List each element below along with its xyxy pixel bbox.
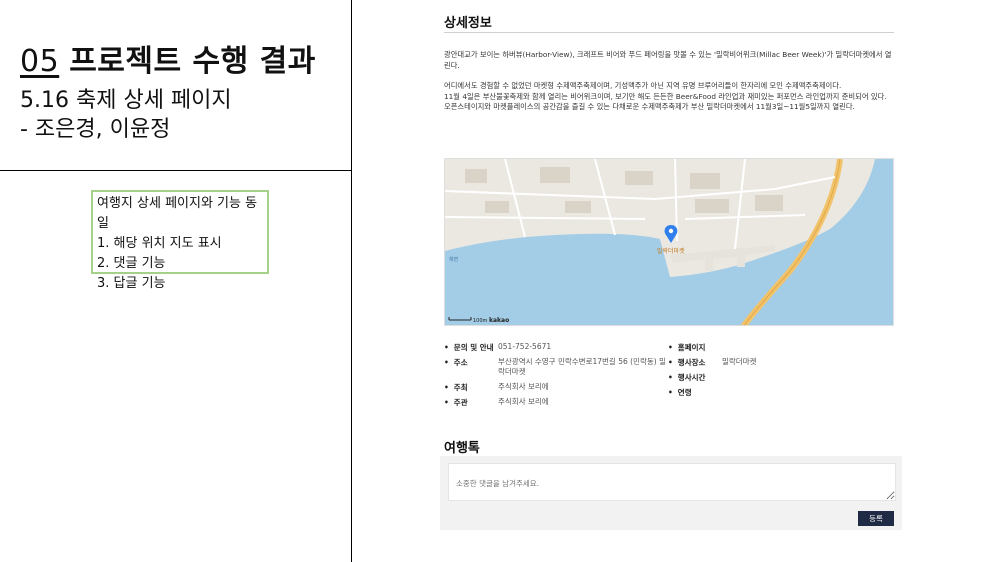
note-list: 1. 해당 위치 지도 표시 2. 댓글 기능 3. 답글 기능	[97, 234, 263, 294]
info-row-venue: 행사장소 밀락더마켓	[668, 357, 757, 368]
subtitle-line-2: - 조은경, 이윤정	[20, 117, 171, 142]
description-paragraph: 어디에서도 경험할 수 없었던 마켓형 수제맥주축제이며, 기성맥주가 아닌 지…	[444, 81, 842, 91]
info-row-time: 행사시간	[668, 372, 722, 383]
vertical-divider	[351, 0, 352, 562]
info-row-host: 주최 주식회사 보리에	[444, 382, 549, 393]
info-value: 부산광역시 수영구 민락수변로17번길 56 (민락동) 밀락더마켓	[498, 357, 666, 376]
note-item: 3. 답글 기능	[97, 276, 166, 291]
comments-title: 여행톡	[444, 441, 480, 456]
info-key: 연령	[668, 387, 722, 398]
marker-label: 밀락더마켓	[657, 247, 685, 255]
detail-page-screenshot: 상세정보 광안대교가 보이는 하버뷰(Harbor-View), 크래프트 비어…	[440, 0, 904, 562]
note-item: 2. 댓글 기능	[97, 256, 166, 271]
feature-note-box: 여행지 상세 페이지와 기능 동일 1. 해당 위치 지도 표시 2. 댓글 기…	[91, 190, 269, 291]
comment-input[interactable]	[448, 463, 896, 501]
comment-form: 등록	[440, 456, 902, 530]
description-paragraph: 11월 4일은 부산불꽃축제와 함께 열리는 비어위크이며, 보기만 해도 든든…	[444, 91, 887, 101]
info-value: 밀락더마켓	[722, 357, 757, 366]
map-brand-logo: kakao	[489, 317, 509, 324]
scale-label: 100m	[473, 318, 488, 324]
info-key: 주최	[444, 382, 498, 393]
note-heading: 여행지 상세 페이지와 기능 동일	[97, 196, 258, 231]
info-key: 행사시간	[668, 372, 722, 383]
subtitle-line-1: 5.16 축제 상세 페이지	[20, 88, 232, 113]
description-paragraph: 오픈스테이지와 마켓플레이스의 공간감을 즐길 수 있는 다채로운 수제맥주축제…	[444, 102, 855, 112]
info-row-address: 주소 부산광역시 수영구 민락수변로17번길 56 (민락동) 밀락더마켓	[444, 357, 666, 377]
info-row-organizer: 주관 주식회사 보리에	[444, 397, 549, 408]
festival-description: 광안대교가 보이는 하버뷰(Harbor-View), 크래프트 비어와 푸드 …	[444, 50, 894, 113]
section-title: 프로젝트 수행 결과	[69, 44, 316, 79]
info-row-inquiry: 문의 및 안내 051-752-5671	[444, 342, 551, 353]
description-paragraph: 광안대교가 보이는 하버뷰(Harbor-View), 크래프트 비어와 푸드 …	[444, 50, 892, 70]
horizontal-divider	[0, 170, 352, 171]
info-value: 051-752-5671	[498, 342, 552, 351]
note-item: 1. 해당 위치 지도 표시	[97, 236, 222, 251]
slide-subtitle: 5.16 축제 상세 페이지 - 조은경, 이윤정	[20, 86, 232, 144]
info-key: 주관	[444, 397, 498, 408]
section-number: 05	[20, 44, 60, 79]
section-rule	[444, 32, 894, 33]
map-canvas: 밀락더마켓 해변 100m kakao	[445, 159, 893, 325]
info-key: 문의 및 안내	[444, 342, 498, 353]
slide-title: 05 프로젝트 수행 결과	[20, 36, 316, 80]
map-place-label: 해변	[449, 256, 459, 263]
info-row-age: 연령	[668, 387, 722, 398]
submit-comment-button[interactable]: 등록	[858, 511, 894, 526]
info-key: 행사장소	[668, 357, 722, 368]
info-row-homepage: 홈페이지	[668, 342, 722, 353]
location-map[interactable]: 밀락더마켓 해변 100m kakao	[444, 158, 894, 326]
info-key: 홈페이지	[668, 342, 722, 353]
info-value: 주식회사 보리에	[498, 382, 549, 391]
info-key: 주소	[444, 357, 498, 377]
info-value: 주식회사 보리에	[498, 397, 549, 406]
detail-section-title: 상세정보	[444, 16, 492, 31]
